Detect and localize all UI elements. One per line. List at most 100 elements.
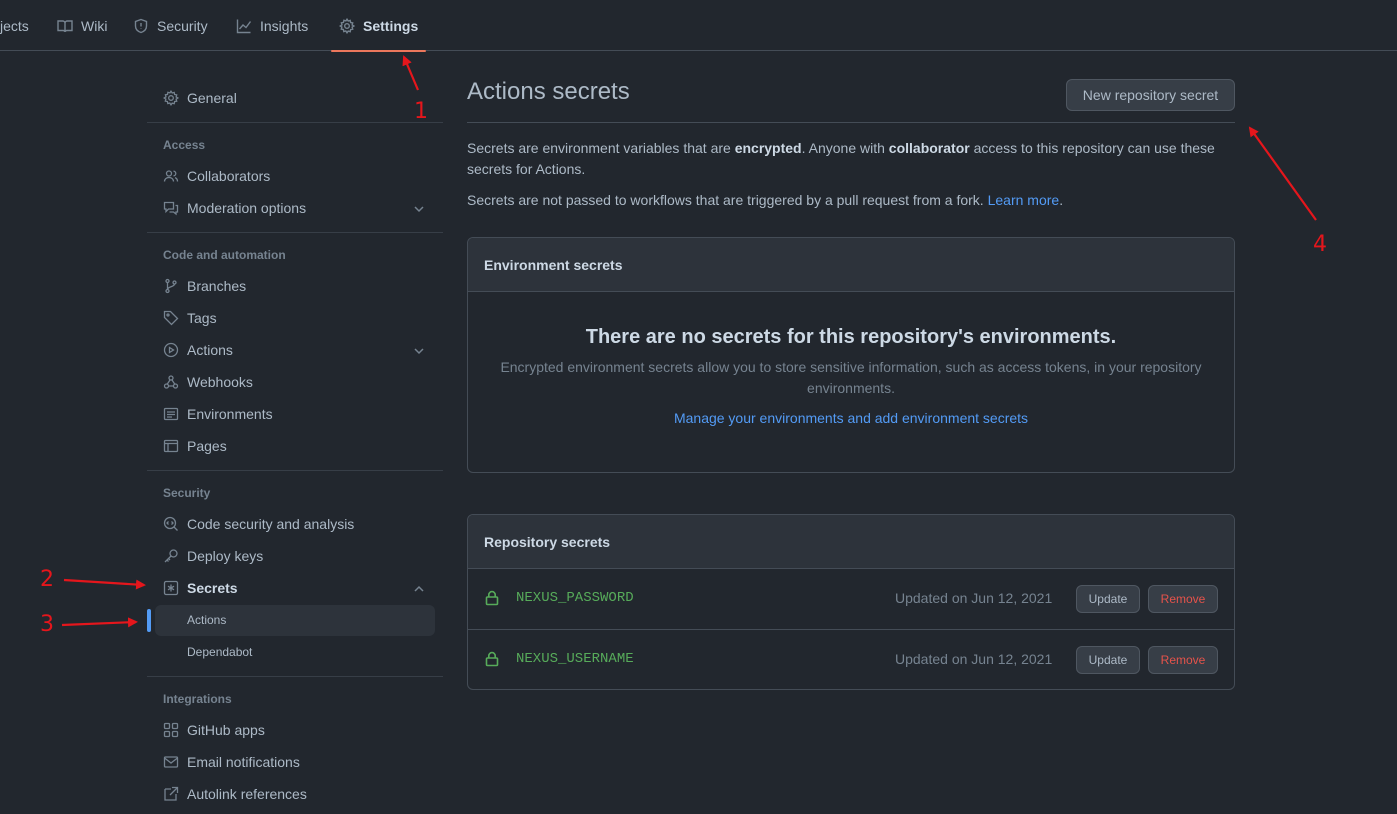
box-header: Environment secrets [468, 238, 1234, 292]
secret-row: NEXUS_PASSWORD Updated on Jun 12, 2021 U… [468, 569, 1234, 629]
repo-nav: jects Wiki Security Insights Settings [0, 0, 1397, 52]
section-heading-access: Access [163, 138, 206, 152]
sidebar-item-label: Autolink references [187, 786, 307, 802]
key-icon [164, 549, 178, 563]
sidebar-item-webhooks[interactable]: Webhooks [163, 372, 253, 392]
chevron-down-icon[interactable] [412, 202, 426, 216]
chevron-down-icon[interactable] [412, 344, 426, 358]
tab-wiki[interactable]: Wiki [57, 0, 107, 51]
sidebar-item-branches[interactable]: Branches [163, 276, 246, 296]
repository-secrets-box: Repository secrets NEXUS_PASSWORD Update… [467, 514, 1235, 690]
update-button[interactable]: Update [1076, 585, 1140, 613]
mail-icon [163, 756, 179, 768]
sidebar-item-code-security[interactable]: Code security and analysis [163, 514, 354, 534]
chevron-up-icon[interactable] [412, 582, 426, 596]
sidebar-item-label: Code security and analysis [187, 516, 355, 532]
cross-reference-icon [164, 786, 179, 801]
gear-icon [163, 90, 179, 106]
text-bold: encrypted [734, 140, 802, 156]
gear-icon [339, 17, 355, 34]
sidebar-item-collaborators[interactable]: Collaborators [163, 166, 270, 186]
sidebar-item-deploy-keys[interactable]: Deploy keys [163, 546, 263, 566]
sidebar-item-label: Environments [187, 406, 273, 422]
sidebar-subitem-actions[interactable]: Actions [187, 613, 226, 627]
book-icon [57, 19, 73, 32]
sidebar-item-environments[interactable]: Environments [163, 404, 273, 424]
tab-label: Insights [260, 17, 309, 34]
annotation-number-3: 3 [40, 612, 54, 637]
text: Secrets are environment variables that a… [467, 140, 735, 156]
sidebar-item-label: Actions [187, 342, 233, 358]
learn-more-link[interactable]: Learn more [988, 192, 1060, 208]
section-heading-security: Security [163, 486, 211, 500]
people-icon [163, 170, 179, 182]
secret-name: NEXUS_USERNAME [516, 651, 634, 667]
annotation-arrow-1 [402, 55, 420, 91]
sidebar-item-label: Branches [187, 278, 247, 294]
remove-button[interactable]: Remove [1148, 646, 1218, 674]
sidebar-item-label: Webhooks [187, 374, 253, 390]
sidebar-item-pages[interactable]: Pages [163, 436, 227, 456]
sidebar-item-actions[interactable]: Actions [163, 340, 233, 360]
secrets-description: Secrets are environment variables that a… [467, 138, 1237, 180]
sidebar-item-email-notifications[interactable]: Email notifications [163, 752, 300, 772]
blankslate-description: Encrypted environment secrets allow you … [500, 359, 1202, 396]
text-bold: collaborator [888, 140, 970, 156]
fork-note: Secrets are not passed to workflows that… [467, 190, 1237, 211]
shield-icon [134, 18, 148, 33]
divider [147, 470, 443, 471]
sidebar-item-label: Collaborators [187, 168, 271, 184]
tab-insights[interactable]: Insights [236, 0, 308, 51]
tab-label: jects [0, 17, 29, 34]
play-icon [163, 342, 179, 358]
graph-icon [236, 19, 252, 33]
annotation-arrow-2 [63, 578, 146, 590]
text: . Anyone with [801, 140, 889, 156]
key-asterisk-icon [163, 580, 179, 596]
annotation-number-1: 1 [414, 99, 428, 124]
environment-secrets-box: Environment secrets There are no secrets… [467, 237, 1235, 473]
sidebar-item-label: Tags [187, 310, 217, 326]
sidebar-item-github-apps[interactable]: GitHub apps [163, 720, 265, 740]
page-title: Actions secrets [467, 78, 630, 105]
sidebar-item-label: General [187, 90, 237, 106]
codescan-icon [163, 516, 178, 531]
sidebar-item-moderation[interactable]: Moderation options [163, 198, 306, 218]
secret-row: NEXUS_USERNAME Updated on Jun 12, 2021 U… [468, 629, 1234, 689]
new-repository-secret-button[interactable]: New repository secret [1066, 79, 1235, 111]
annotation-number-4: 4 [1313, 232, 1327, 257]
divider [147, 122, 443, 123]
manage-environments-link[interactable]: Manage your environments and add environ… [468, 410, 1234, 426]
box-header: Repository secrets [468, 515, 1234, 569]
sidebar-item-tags[interactable]: Tags [163, 308, 217, 328]
browser-icon [163, 439, 179, 453]
sidebar-subitem-dependabot[interactable]: Dependabot [187, 645, 252, 659]
annotation-arrow-3 [61, 617, 138, 628]
secret-updated: Updated on Jun 12, 2021 [895, 590, 1053, 606]
annotation-number-2: 2 [40, 567, 54, 592]
tag-icon [163, 310, 179, 326]
update-button[interactable]: Update [1076, 646, 1140, 674]
blankslate-title: There are no secrets for this repository… [585, 326, 1117, 348]
remove-button[interactable]: Remove [1148, 585, 1218, 613]
sidebar-item-secrets[interactable]: Secrets [163, 578, 238, 598]
section-heading-code-automation: Code and automation [163, 248, 286, 262]
sidebar-item-general[interactable]: General [163, 88, 237, 108]
webhook-icon [163, 375, 179, 389]
sidebar-item-label: Email notifications [187, 754, 300, 770]
sidebar-item-autolink[interactable]: Autolink references [163, 784, 307, 804]
text: Secrets are not passed to workflows that… [467, 192, 988, 208]
git-branch-icon [165, 278, 177, 294]
tab-projects[interactable]: jects [0, 0, 29, 51]
sidebar-item-label: GitHub apps [187, 722, 265, 738]
tab-settings[interactable]: Settings [330, 0, 427, 52]
text: . [1059, 192, 1064, 208]
tab-label: Settings [363, 17, 419, 34]
sidebar-item-label: Deploy keys [187, 548, 264, 564]
tab-label: Wiki [81, 17, 108, 34]
sidebar-item-label: Secrets [187, 580, 238, 596]
tab-label: Security [157, 17, 208, 34]
sidebar-item-label: Moderation options [187, 200, 307, 216]
tab-security[interactable]: Security [133, 0, 208, 51]
title-divider [467, 122, 1235, 123]
